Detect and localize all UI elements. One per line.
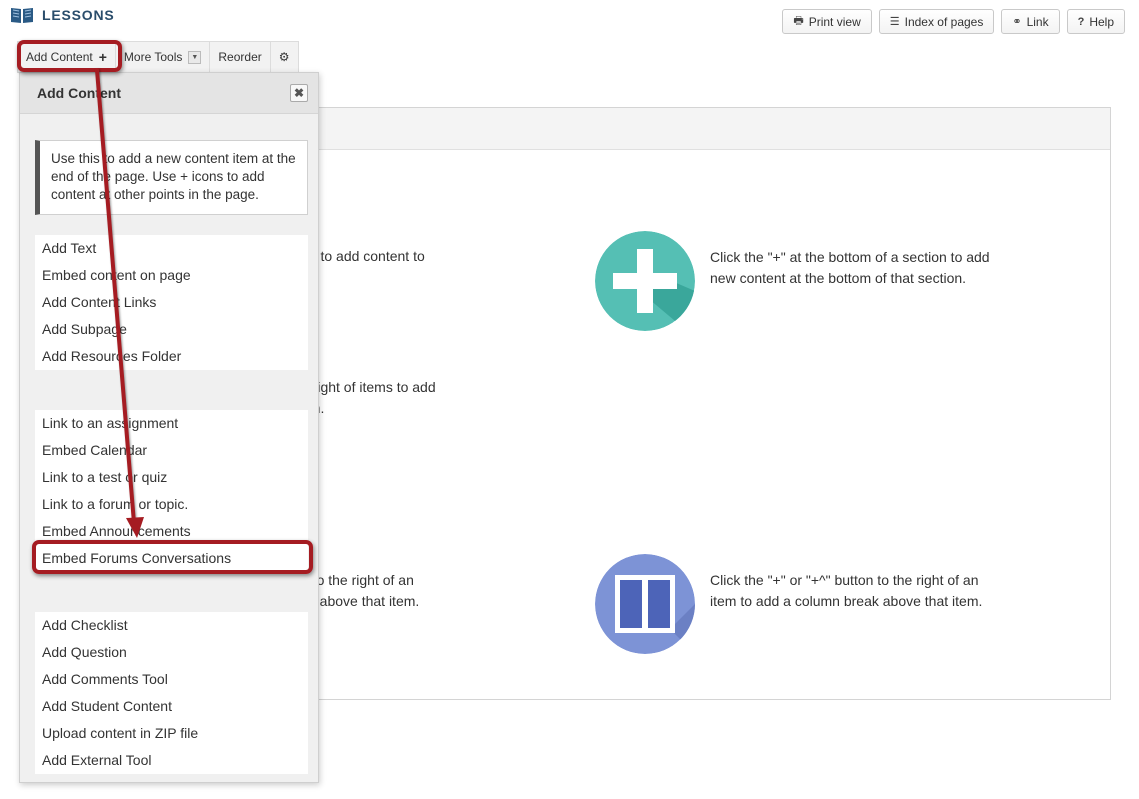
menu-item-add-question[interactable]: Add Question [35, 639, 308, 666]
more-tools-label: More Tools [123, 50, 183, 64]
print-view-label: Print view [808, 14, 861, 29]
index-of-pages-button[interactable]: ☰ Index of pages [878, 9, 995, 34]
menu-item-add-external-tool[interactable]: Add External Tool [35, 747, 308, 774]
menu-item-add-content-links[interactable]: Add Content Links [35, 289, 308, 316]
content-area-header [297, 108, 1110, 150]
menu-item-embed-forums-conversations[interactable]: Embed Forums Conversations [35, 545, 308, 572]
menu-item-add-student-content[interactable]: Add Student Content [35, 693, 308, 720]
menu-item-link-forum[interactable]: Link to a forum or topic. [35, 491, 308, 518]
menu-item-add-checklist[interactable]: Add Checklist [35, 612, 308, 639]
menu-item-add-resources-folder[interactable]: Add Resources Folder [35, 343, 308, 370]
index-of-pages-label: Index of pages [904, 14, 984, 29]
column-break-icon [595, 554, 695, 654]
lessons-toolbar: Add Content + More Tools ▼ Reorder ⚙ [17, 41, 299, 73]
page-header: LESSONS [10, 6, 115, 24]
menu-item-upload-zip[interactable]: Upload content in ZIP file [35, 720, 308, 747]
add-content-button[interactable]: Add Content + [18, 42, 116, 72]
list-icon: ☰ [889, 16, 900, 28]
panel-title: Add Content [37, 85, 121, 101]
printer-icon: 🖶 [793, 15, 804, 27]
dropdown-arrow-icon: ▼ [188, 50, 202, 64]
column-description: Click the "+" or "+^" button to the righ… [710, 572, 983, 609]
background-text: ab to add content to [301, 248, 425, 264]
page-title: LESSONS [42, 7, 115, 23]
link-button[interactable]: ⚭ Link [1001, 9, 1060, 34]
add-content-group-other: Add Checklist Add Question Add Comments … [35, 612, 308, 774]
help-button[interactable]: ? Help [1066, 9, 1125, 34]
menu-item-add-comments-tool[interactable]: Add Comments Tool [35, 666, 308, 693]
print-view-button[interactable]: 🖶 Print view [782, 9, 872, 34]
reorder-button[interactable]: Reorder [210, 42, 271, 72]
menu-item-link-assignment[interactable]: Link to an assignment [35, 410, 308, 437]
more-tools-button[interactable]: More Tools ▼ [116, 42, 211, 72]
close-icon[interactable]: ✖ [290, 84, 308, 102]
menu-item-embed-content[interactable]: Embed content on page [35, 262, 308, 289]
link-icon: ⚭ [1012, 16, 1022, 28]
add-content-label: Add Content [26, 50, 93, 64]
book-icon [11, 8, 33, 23]
panel-info-text: Use this to add a new content item at th… [35, 140, 308, 215]
add-content-panel: Add Content ✖ Use this to add a new cont… [19, 72, 319, 783]
menu-item-add-text[interactable]: Add Text [35, 235, 308, 262]
settings-button[interactable]: ⚙ [271, 42, 298, 72]
background-text: e right of items to add [301, 379, 436, 395]
gear-icon: ⚙ [278, 50, 290, 64]
help-label: Help [1089, 14, 1114, 29]
add-plus-icon [595, 231, 695, 331]
menu-item-embed-announcements[interactable]: Embed Announcements [35, 518, 308, 545]
top-buttons: 🖶 Print view ☰ Index of pages ⚭ Link ? H… [782, 9, 1125, 34]
add-content-group-basic: Add Text Embed content on page Add Conte… [35, 235, 308, 370]
plus-icon: + [98, 49, 107, 65]
menu-item-add-subpage[interactable]: Add Subpage [35, 316, 308, 343]
question-icon: ? [1077, 15, 1085, 28]
menu-item-embed-calendar[interactable]: Embed Calendar [35, 437, 308, 464]
menu-item-link-quiz[interactable]: Link to a test or quiz [35, 464, 308, 491]
add-content-group-tools: Link to an assignment Embed Calendar Lin… [35, 410, 308, 572]
panel-header: Add Content ✖ [20, 73, 318, 114]
plus-description: Click the "+" at the bottom of a section… [710, 249, 990, 286]
link-label: Link [1026, 14, 1049, 29]
reorder-label: Reorder [218, 50, 262, 64]
